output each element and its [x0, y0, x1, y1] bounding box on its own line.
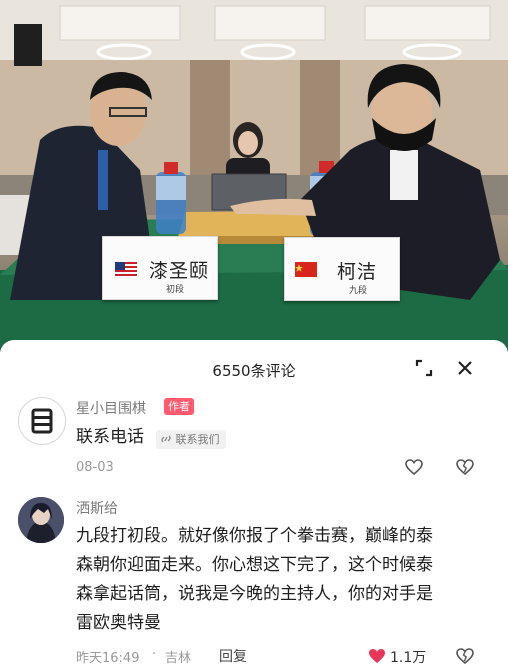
comment-location: 吉林 [165, 651, 192, 666]
nameplate-right: 柯洁 九段 [284, 237, 400, 301]
right-player-rank: 九段 [349, 286, 368, 296]
user-avatar-image [18, 497, 64, 543]
like-heart-icon[interactable] [404, 457, 424, 477]
comment-time: 昨天16:49 [76, 651, 140, 666]
link-icon [161, 435, 171, 443]
comment-line: 森朝你迎面走来。你心想这下完了，这个时候泰 [76, 555, 433, 575]
comment-text: 联系电话 [76, 427, 144, 447]
meta-separator: · [152, 647, 157, 662]
expand-icon[interactable] [414, 358, 434, 378]
avatar[interactable] [18, 397, 66, 445]
dislike-heart-icon[interactable] [455, 646, 475, 666]
comment-author-name[interactable]: 星小目围棋 [76, 398, 146, 418]
avatar[interactable] [18, 497, 64, 543]
comment-line: 九段打初段。就好像你报了个拳击赛，巅峰的泰 [76, 526, 433, 546]
comment-body: 九段打初段。就好像你报了个拳击赛，巅峰的泰 森朝你迎面走来。你心想这下完了，这个… [76, 522, 496, 638]
reply-button[interactable]: 回复 [219, 646, 247, 666]
author-logo-icon [31, 408, 53, 434]
post-photo[interactable]: 漆圣颐 初段 柯洁 九段 [0, 0, 508, 352]
liked-heart-icon[interactable] [367, 646, 387, 666]
comments-panel: 6550条评论 星小目围棋 作者 联系电话 联系我们 08-03 洒斯给 九段打… [0, 340, 508, 670]
left-player-name: 漆圣颐 [149, 260, 210, 282]
cn-flag-icon [295, 262, 317, 277]
comment-author-name[interactable]: 洒斯给 [76, 498, 118, 518]
like-count: 1.1万 [390, 650, 427, 666]
right-player-name: 柯洁 [337, 261, 378, 283]
dislike-heart-icon[interactable] [455, 457, 475, 477]
contact-us-button[interactable]: 联系我们 [156, 430, 226, 449]
comment-date: 08-03 [76, 460, 114, 475]
nameplate-left: 漆圣颐 初段 [102, 236, 218, 300]
author-badge: 作者 [164, 398, 194, 415]
photo-scene [0, 0, 508, 352]
left-player-rank: 初段 [166, 285, 185, 295]
comment-line: 雷欧奥特曼 [76, 613, 161, 633]
close-icon[interactable] [455, 358, 475, 378]
contact-us-label: 联系我们 [175, 433, 220, 446]
us-flag-icon [115, 262, 137, 277]
comment-line: 森拿起话筒，说我是今晚的主持人，你的对手是 [76, 584, 433, 604]
